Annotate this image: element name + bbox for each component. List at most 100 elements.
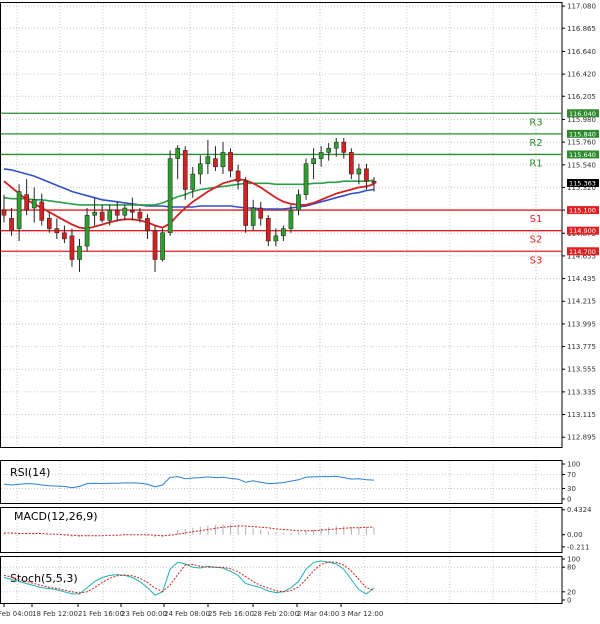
x-tick-label: Feb 04:00 bbox=[0, 610, 33, 618]
level-name-s2: S2 bbox=[530, 235, 543, 246]
candle-up bbox=[220, 152, 226, 168]
y-tick-label: 116.865 bbox=[567, 25, 596, 33]
candle-up bbox=[31, 199, 37, 209]
level-price-label: 114.700 bbox=[569, 248, 596, 256]
candle-down bbox=[24, 194, 29, 211]
candle-down bbox=[9, 218, 14, 231]
candle-up bbox=[333, 141, 339, 149]
macd-panel: MACD(12,26,9) 0.4324 0.00 -0.211 bbox=[0, 506, 592, 553]
candle-up bbox=[250, 207, 256, 226]
y-tick-label: 0 bbox=[567, 496, 571, 504]
candle-down bbox=[99, 211, 105, 221]
macd-title: MACD(12,26,9) bbox=[14, 510, 98, 523]
level-price-label: 114.900 bbox=[569, 227, 596, 235]
candle-down bbox=[69, 235, 75, 260]
candle-down bbox=[137, 211, 143, 219]
y-tick-label: 114.215 bbox=[567, 298, 596, 306]
y-tick-label: 113.775 bbox=[567, 343, 596, 351]
candle-down bbox=[62, 232, 67, 240]
x-tick-label: 3 Mar 12:00 bbox=[341, 610, 383, 618]
y-tick-label: 0 bbox=[567, 597, 571, 605]
candle-down bbox=[364, 168, 369, 182]
y-tick-label: 70 bbox=[567, 471, 576, 479]
y-tick-label: -0.211 bbox=[567, 543, 590, 551]
y-tick-label: 20 bbox=[567, 588, 576, 596]
y-tick-label: 117.080 bbox=[567, 3, 596, 11]
candle-up bbox=[122, 207, 128, 216]
y-tick-label: 0.4324 bbox=[567, 506, 592, 514]
candle-down bbox=[243, 180, 248, 226]
candle-down bbox=[152, 230, 158, 260]
candle-up bbox=[318, 152, 324, 159]
y-tick-label: 80 bbox=[567, 564, 576, 572]
y-tick-label: 114.435 bbox=[567, 275, 596, 283]
x-axis: Feb 04:00 18 Feb 12:00 21 Feb 16:0023 Feb … bbox=[0, 603, 383, 618]
level-price-label: 115.100 bbox=[569, 207, 596, 215]
candle-down bbox=[114, 209, 120, 216]
candle-down bbox=[258, 207, 264, 219]
macd-signal-line bbox=[4, 525, 374, 537]
candle-up bbox=[288, 209, 294, 229]
candle-up bbox=[16, 191, 22, 229]
y-tick-label: 100 bbox=[567, 461, 580, 469]
level-name-r2: R2 bbox=[529, 138, 542, 149]
x-tick-label: 21 Feb 16:00 bbox=[78, 610, 124, 618]
candle-up bbox=[205, 156, 211, 164]
rsi-frame bbox=[0, 460, 563, 504]
candle-up bbox=[311, 158, 316, 164]
level-name-r1: R1 bbox=[529, 158, 542, 169]
y-tick-label: 115.760 bbox=[567, 139, 596, 147]
y-tick-label: 116.205 bbox=[567, 93, 596, 101]
candle-down bbox=[371, 180, 377, 184]
candle-down bbox=[145, 218, 150, 231]
y-tick-label: 113.555 bbox=[567, 366, 596, 374]
candle-up bbox=[281, 228, 286, 237]
level-price-label: 115.640 bbox=[569, 151, 596, 159]
candle-down bbox=[235, 170, 241, 182]
price-frame bbox=[0, 2, 563, 448]
x-tick-label: 25 Feb 16:00 bbox=[208, 610, 254, 618]
candle-up bbox=[198, 163, 203, 175]
candle-down bbox=[54, 228, 60, 233]
level-name-s1: S1 bbox=[530, 214, 543, 225]
candle-down bbox=[46, 218, 52, 229]
candle-up bbox=[92, 211, 97, 216]
y-tick-label: 115.540 bbox=[567, 161, 596, 169]
stoch-title: Stoch(5,5,3) bbox=[10, 572, 78, 585]
candle-down bbox=[130, 209, 135, 213]
x-tick-label: 24 Feb 08:00 bbox=[164, 610, 210, 618]
candle-down bbox=[265, 218, 271, 242]
y-tick-label: 116.420 bbox=[567, 71, 596, 79]
candle-up bbox=[326, 148, 332, 153]
x-tick-label: 23 Feb 00:00 bbox=[121, 610, 167, 618]
candle-up bbox=[303, 163, 309, 195]
x-tick-label: 28 Feb 20:00 bbox=[253, 610, 299, 618]
y-tick-label: 116.640 bbox=[567, 48, 596, 56]
candle-down bbox=[228, 152, 233, 172]
candle-up bbox=[273, 235, 279, 242]
y-tick-label: 100 bbox=[567, 556, 580, 564]
x-tick-label: 2 Mar 04:00 bbox=[297, 610, 339, 618]
trading-chart: 117.080116.865116.640116.420116.205115.9… bbox=[0, 2, 599, 618]
candle-up bbox=[175, 148, 181, 159]
candle-up bbox=[107, 209, 113, 221]
candle-up bbox=[77, 245, 82, 260]
y-tick-label: 0.00 bbox=[567, 531, 583, 539]
candle-down bbox=[349, 152, 354, 175]
rsi-panel: RSI(14) 100 70 30 0 bbox=[0, 460, 580, 504]
candle-down bbox=[341, 141, 347, 153]
candle-up bbox=[356, 168, 362, 175]
y-tick-label: 113.335 bbox=[567, 388, 596, 396]
y-tick-label: 30 bbox=[567, 485, 576, 493]
level-price-label: 115.840 bbox=[569, 130, 596, 138]
current-price-label: 115.363 bbox=[569, 179, 596, 187]
y-tick-label: 112.895 bbox=[567, 434, 596, 442]
candle-down bbox=[182, 150, 188, 190]
price-panel: 117.080116.865116.640116.420116.205115.9… bbox=[0, 2, 599, 448]
candle-down bbox=[39, 201, 45, 221]
x-tick-label: 18 Feb 12:00 bbox=[32, 610, 78, 618]
candle-up bbox=[84, 214, 90, 247]
rsi-title: RSI(14) bbox=[10, 466, 50, 479]
y-tick-label: 113.995 bbox=[567, 320, 596, 328]
candle-up bbox=[296, 194, 301, 211]
